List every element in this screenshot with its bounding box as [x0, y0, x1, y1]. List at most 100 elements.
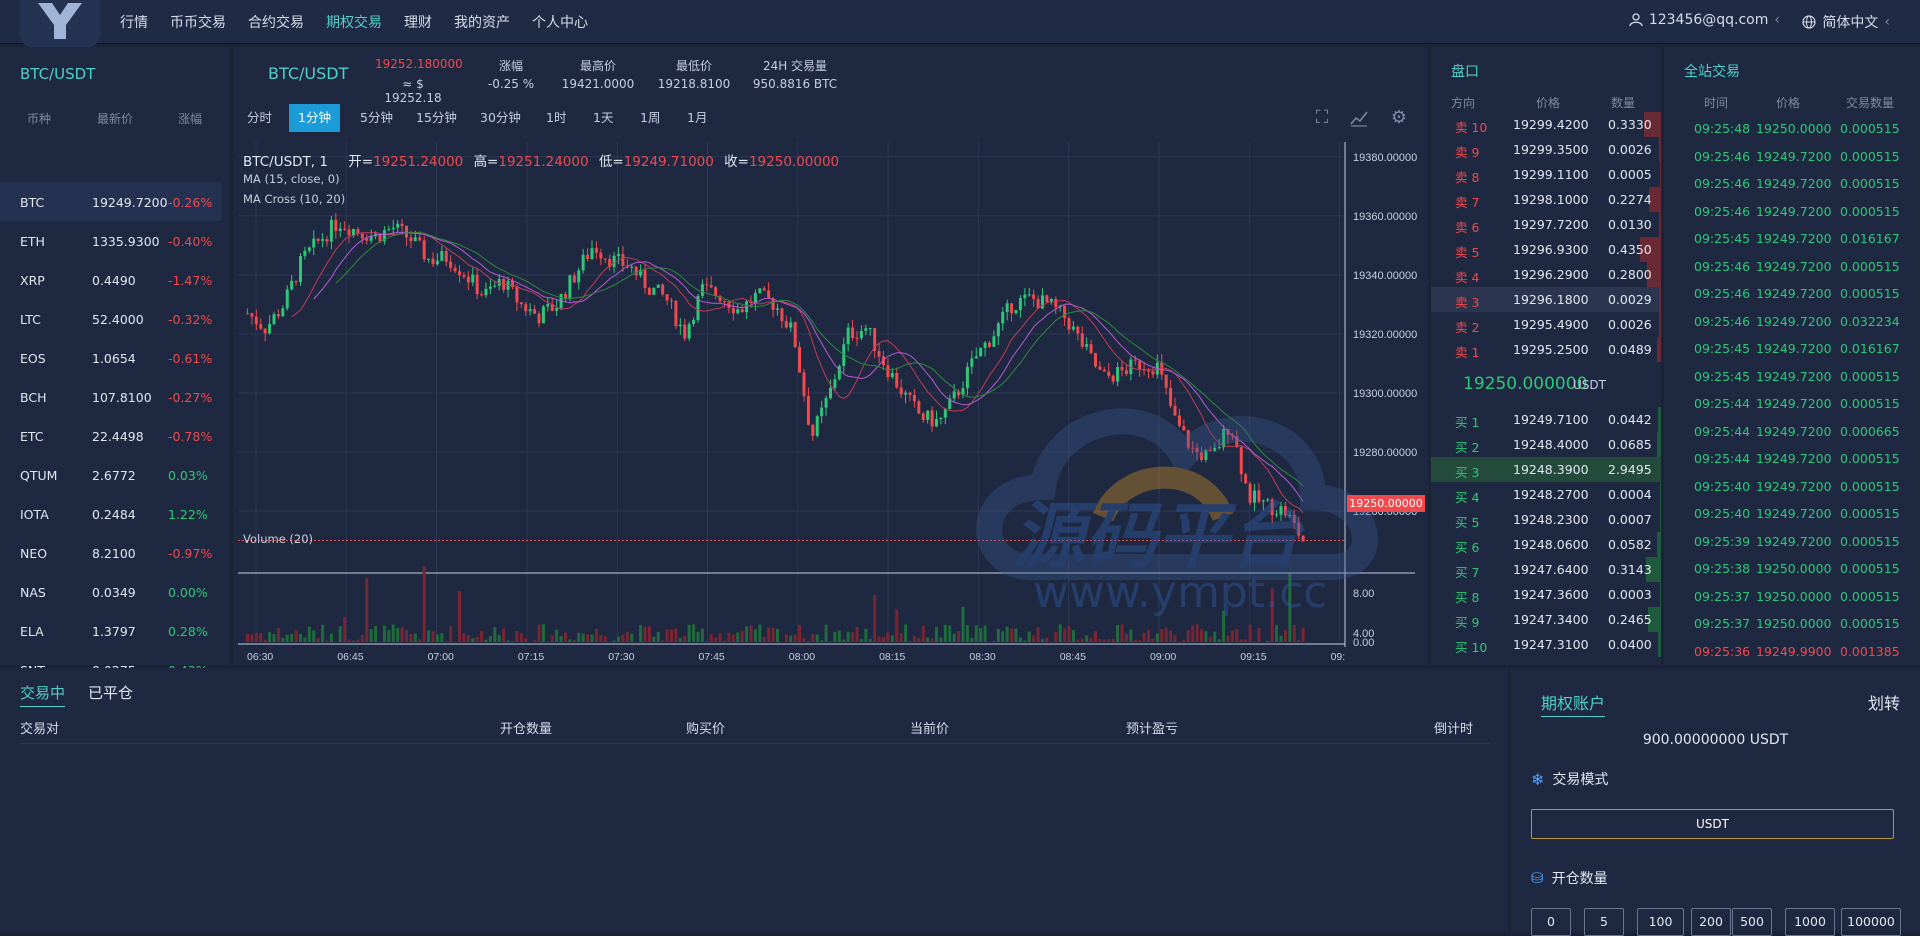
volume-bar: [772, 628, 775, 642]
logo[interactable]: [20, 0, 100, 48]
ask-price: 19295.2500: [1513, 342, 1589, 357]
timeframe-30m[interactable]: 30分钟: [471, 104, 530, 132]
timeframe-1mo[interactable]: 1月: [678, 104, 716, 132]
tab-closed-orders[interactable]: 已平仓: [88, 682, 133, 703]
fullscreen-icon[interactable]: ⛶: [1311, 107, 1333, 129]
bid-row[interactable]: 买 819247.36000.0003: [1431, 582, 1661, 607]
qty-option-1000[interactable]: 1000: [1785, 908, 1835, 936]
bid-row[interactable]: 买 219248.40000.0685: [1431, 432, 1661, 457]
market-row[interactable]: ETH1335.9300-0.40%: [0, 221, 222, 260]
market-price: 8.2100: [92, 546, 136, 561]
market-row[interactable]: IOTA0.24841.22%: [0, 494, 222, 533]
bid-row[interactable]: 买 919247.34000.2465: [1431, 607, 1661, 632]
qty-option-5[interactable]: 5: [1584, 908, 1624, 936]
ask-row[interactable]: 卖 319296.18000.0029: [1431, 287, 1661, 312]
volume-bar: [515, 631, 518, 642]
timeframe-1d[interactable]: 1天: [584, 104, 622, 132]
candle-body: [789, 322, 792, 327]
nav-market[interactable]: 行情: [120, 12, 148, 32]
bid-row[interactable]: 买 119249.71000.0442: [1431, 407, 1661, 432]
ask-row[interactable]: 卖 819299.11000.0005: [1431, 162, 1661, 187]
timeframe-15m[interactable]: 15分钟: [407, 104, 466, 132]
volume-bar: [626, 632, 629, 642]
trade-price: 19249.7200: [1756, 369, 1832, 384]
qty-option-500[interactable]: 500: [1732, 908, 1772, 936]
trade-mode-select[interactable]: USDT: [1531, 809, 1894, 839]
volume-bar: [957, 631, 960, 642]
ask-side: 卖 2: [1455, 317, 1479, 336]
ask-row[interactable]: 卖 719298.10000.2274: [1431, 187, 1661, 212]
volume-bar: [396, 628, 399, 642]
qty-option-200[interactable]: 200: [1691, 908, 1731, 936]
nav-personal-center[interactable]: 个人中心: [532, 12, 588, 32]
settings-gear-icon[interactable]: ⚙: [1388, 107, 1410, 129]
volume-bar: [476, 637, 479, 642]
x-tick-label: 07:00: [428, 651, 454, 663]
user-menu[interactable]: 123456@qq.com ‹: [1629, 12, 1780, 28]
bid-row[interactable]: 买 419248.27000.0004: [1431, 482, 1661, 507]
market-row[interactable]: EOS1.0654-0.61%: [0, 338, 222, 377]
qty-option-100[interactable]: 100: [1637, 908, 1684, 936]
trade-row: 09:25:3619249.99000.001385: [1664, 638, 1920, 665]
volume-bar: [303, 638, 306, 642]
volume-bar: [577, 633, 580, 642]
transfer-button[interactable]: 划转: [1868, 690, 1900, 714]
bid-row[interactable]: 买 319248.39002.9495: [1431, 457, 1661, 482]
nav-finance[interactable]: 理财: [404, 12, 432, 32]
candle-body: [939, 418, 942, 419]
bid-row[interactable]: 买 519248.23000.0007: [1431, 507, 1661, 532]
market-row[interactable]: ETC22.4498-0.78%: [0, 416, 222, 455]
macross-indicator-label[interactable]: MA Cross (10, 20): [243, 192, 345, 206]
market-row[interactable]: ELA1.37970.28%: [0, 611, 222, 650]
market-row[interactable]: BTC19249.7200-0.26%: [0, 182, 222, 221]
ask-row[interactable]: 卖 219295.49000.0026: [1431, 312, 1661, 337]
nav-options-trading[interactable]: 期权交易: [326, 12, 382, 32]
bid-depth-bar: [1658, 407, 1661, 432]
market-row[interactable]: LTC52.4000-0.32%: [0, 299, 222, 338]
market-row[interactable]: NAS0.03490.00%: [0, 572, 222, 611]
nav-contract-trading[interactable]: 合约交易: [248, 12, 304, 32]
market-change: 0.03%: [168, 468, 208, 483]
bid-price: 19248.0600: [1513, 537, 1589, 552]
bid-row[interactable]: 买 1019247.31000.0400: [1431, 632, 1661, 657]
qty-option-100000[interactable]: 100000: [1841, 908, 1901, 936]
ask-row[interactable]: 卖 619297.72000.0130: [1431, 212, 1661, 237]
volume-bar: [833, 632, 836, 642]
tab-open-orders[interactable]: 交易中: [20, 682, 65, 707]
ask-side: 卖 10: [1455, 117, 1487, 136]
account-title[interactable]: 期权账户: [1541, 690, 1605, 717]
ask-row[interactable]: 卖 919299.35000.0026: [1431, 137, 1661, 162]
timeframe-5m[interactable]: 5分钟: [351, 104, 402, 132]
x-tick-label: 08:15: [879, 651, 905, 663]
volume-bar: [939, 637, 942, 642]
nav-my-assets[interactable]: 我的资产: [454, 12, 510, 32]
volume-indicator-label[interactable]: Volume (20): [243, 532, 313, 546]
ask-row[interactable]: 卖 1019299.42000.3330: [1431, 112, 1661, 137]
x-tick-label: 07:15: [518, 651, 544, 663]
trade-qty: 0.000515: [1840, 121, 1900, 136]
volume-bar: [387, 630, 390, 642]
volume-bar: [789, 636, 792, 642]
ask-row[interactable]: 卖 519296.93000.4350: [1431, 237, 1661, 262]
timeframe-1w[interactable]: 1周: [631, 104, 669, 132]
timeframe-1h[interactable]: 1时: [537, 104, 575, 132]
ma-indicator-label[interactable]: MA (15, close, 0): [243, 172, 340, 186]
market-row[interactable]: BCH107.8100-0.27%: [0, 377, 222, 416]
indicator-icon[interactable]: [1348, 107, 1370, 129]
language-selector[interactable]: 简体中文 ‹: [1802, 12, 1890, 32]
timeframe-tick[interactable]: 分时: [238, 104, 281, 132]
ask-row[interactable]: 卖 119295.25000.0489: [1431, 337, 1661, 362]
bid-row[interactable]: 买 719247.64000.3143: [1431, 557, 1661, 582]
candle-body: [281, 308, 284, 316]
qty-option-0[interactable]: 0: [1531, 908, 1571, 936]
market-row[interactable]: XRP0.4490-1.47%: [0, 260, 222, 299]
market-row[interactable]: QTUM2.67720.03%: [0, 455, 222, 494]
last-price: 19252.180000: [375, 57, 455, 71]
market-row[interactable]: NEO8.2100-0.97%: [0, 533, 222, 572]
low-label-ohlc: 低=: [599, 154, 624, 170]
nav-spot-trading[interactable]: 币币交易: [170, 12, 226, 32]
volume-bar: [449, 626, 452, 642]
bid-row[interactable]: 买 619248.06000.0582: [1431, 532, 1661, 557]
timeframe-1m[interactable]: 1分钟: [289, 104, 340, 132]
ask-row[interactable]: 卖 419296.29000.2800: [1431, 262, 1661, 287]
